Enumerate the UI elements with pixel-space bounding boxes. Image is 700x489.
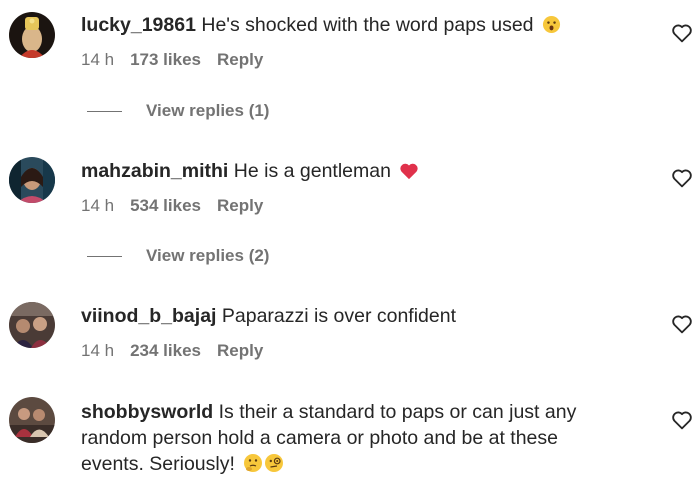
thinking-face-emoji-icon [243, 453, 263, 480]
view-replies-button[interactable]: View replies (1) [87, 100, 269, 122]
comment-meta: 14 h 234 likes Reply [81, 340, 279, 362]
divider [87, 256, 122, 258]
avatar[interactable] [9, 12, 55, 58]
avatar[interactable] [9, 397, 55, 443]
like-heart-icon[interactable] [671, 314, 693, 334]
likes-count[interactable]: 234 likes [130, 341, 201, 360]
username[interactable]: viinod_b_bajaj [81, 305, 216, 327]
monocle-face-emoji-icon [264, 453, 284, 480]
reply-button[interactable]: Reply [217, 50, 263, 69]
username[interactable]: lucky_19861 [81, 14, 196, 36]
comment-meta: 14 h 534 likes Reply [81, 195, 279, 217]
comment-meta: 14 h 173 likes Reply [81, 49, 279, 71]
avatar[interactable] [9, 157, 55, 203]
like-heart-icon[interactable] [671, 23, 693, 43]
reply-button[interactable]: Reply [217, 341, 263, 360]
timestamp: 14 h [81, 341, 115, 360]
red-heart-emoji-icon [399, 161, 419, 187]
like-heart-icon[interactable] [671, 168, 693, 188]
hushed-face-emoji-icon [542, 15, 561, 41]
username[interactable]: shobbysworld [81, 401, 213, 423]
reply-button[interactable]: Reply [217, 196, 263, 215]
like-heart-icon[interactable] [671, 410, 693, 430]
likes-count[interactable]: 173 likes [130, 50, 201, 69]
comment-text: lucky_19861 He's shocked with the word p… [81, 12, 626, 41]
view-replies-button[interactable]: View replies (2) [87, 245, 269, 267]
comment-text: viinod_b_bajaj Paparazzi is over confide… [81, 303, 626, 329]
comment-body: He's shocked with the word paps used [201, 14, 534, 36]
comment-body: Paparazzi is over confident [221, 305, 456, 327]
comment-text: shobbysworld Is their a standard to paps… [81, 399, 626, 480]
view-replies-label[interactable]: View replies (2) [146, 246, 269, 265]
divider [87, 111, 122, 113]
comment-body: He is a gentleman [233, 160, 391, 182]
timestamp: 14 h [81, 196, 115, 215]
username[interactable]: mahzabin_mithi [81, 160, 228, 182]
view-replies-label[interactable]: View replies (1) [146, 101, 269, 120]
comment-text: mahzabin_mithi He is a gentleman [81, 158, 626, 187]
likes-count[interactable]: 534 likes [130, 196, 201, 215]
timestamp: 14 h [81, 50, 115, 69]
avatar[interactable] [9, 302, 55, 348]
